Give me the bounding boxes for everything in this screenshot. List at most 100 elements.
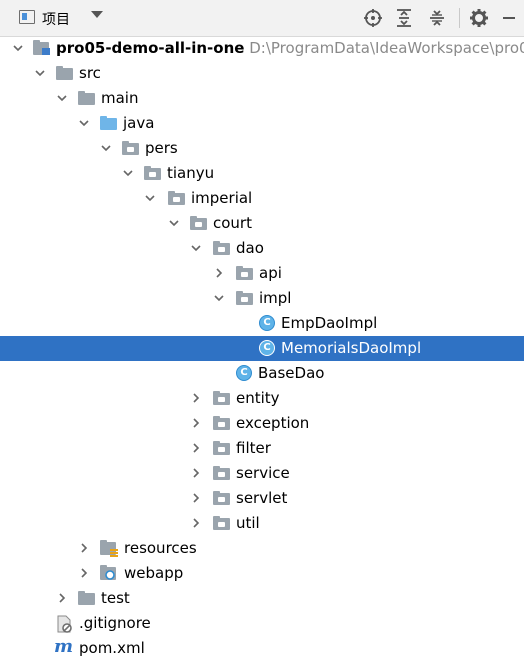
package-icon (213, 241, 230, 255)
source-folder-icon (100, 116, 117, 130)
tree-item-pers[interactable]: pers (0, 136, 524, 161)
package-icon (168, 191, 185, 205)
tree-item-label: webapp (124, 564, 184, 582)
package-icon (213, 416, 230, 430)
toolbar-separator (459, 8, 460, 28)
package-icon (213, 466, 230, 480)
class-icon: C (236, 365, 252, 381)
tree-item-label: filter (236, 439, 271, 457)
tree-item-webapp[interactable]: webapp (0, 561, 524, 586)
tree-item-filter[interactable]: filter (0, 436, 524, 461)
tree-item-label: src (79, 64, 101, 82)
resources-folder-icon (100, 540, 118, 557)
package-icon (236, 266, 253, 280)
ignore-file-icon (56, 615, 73, 633)
tree-item-root-module[interactable]: pro05-demo-all-in-one D:\ProgramData\Ide… (0, 36, 524, 61)
package-icon (213, 491, 230, 505)
chevron-right-icon[interactable] (78, 567, 90, 579)
tree-item-entity[interactable]: entity (0, 386, 524, 411)
tree-item-label: impl (259, 289, 292, 307)
chevron-down-icon[interactable] (213, 292, 225, 304)
chevron-down-icon[interactable] (168, 217, 180, 229)
chevron-down-icon[interactable] (34, 67, 46, 79)
tree-item-court[interactable]: court (0, 211, 524, 236)
class-icon: C (259, 340, 275, 356)
chevron-down-icon[interactable] (12, 42, 24, 54)
tree-item-label: entity (236, 389, 280, 407)
tree-item-main[interactable]: main (0, 86, 524, 111)
tree-item-label: servlet (236, 489, 288, 507)
tree-item-label: tianyu (167, 164, 215, 182)
chevron-right-icon[interactable] (78, 542, 90, 554)
project-view-icon (19, 10, 35, 24)
chevron-right-icon[interactable] (190, 442, 202, 454)
chevron-right-icon[interactable] (190, 492, 202, 504)
tree-item-label: exception (236, 414, 310, 432)
gear-icon[interactable] (468, 7, 490, 29)
package-icon (236, 291, 253, 305)
tree-item-tianyu[interactable]: tianyu (0, 161, 524, 186)
tree-item-label: pom.xml (79, 639, 145, 657)
chevron-right-icon[interactable] (56, 592, 68, 604)
locate-icon[interactable] (362, 7, 384, 29)
folder-icon (78, 91, 95, 105)
tree-item-label: EmpDaoImpl (281, 314, 378, 332)
module-name: pro05-demo-all-in-one (56, 39, 245, 57)
tree-item-label: resources (124, 539, 197, 557)
maven-icon: m (54, 636, 74, 657)
tree-item-src[interactable]: src (0, 61, 524, 86)
tree-item-label: .gitignore (79, 614, 151, 632)
expand-all-icon[interactable] (393, 7, 415, 29)
tree-item-base-dao[interactable]: C BaseDao (0, 361, 524, 386)
tree-item-test[interactable]: test (0, 586, 524, 611)
tree-item-api[interactable]: api (0, 261, 524, 286)
chevron-right-icon[interactable] (190, 517, 202, 529)
package-icon (213, 391, 230, 405)
tree-item-label: test (101, 589, 130, 607)
tree-item-label: main (101, 89, 139, 107)
tree-item-label: pers (145, 139, 178, 157)
tree-item-label: dao (236, 239, 264, 257)
class-icon: C (259, 315, 275, 331)
tree-item-label: MemorialsDaoImpl (281, 339, 422, 357)
chevron-right-icon[interactable] (213, 267, 225, 279)
chevron-right-icon[interactable] (190, 467, 202, 479)
tree-item-label: BaseDao (258, 364, 325, 382)
chevron-right-icon[interactable] (190, 392, 202, 404)
chevron-down-icon[interactable] (78, 117, 90, 129)
chevron-down-icon[interactable] (144, 192, 156, 204)
chevron-down-icon[interactable] (122, 167, 134, 179)
tree-item-service[interactable]: service (0, 461, 524, 486)
web-folder-icon (100, 565, 117, 581)
folder-icon (56, 66, 73, 80)
tree-item-servlet[interactable]: servlet (0, 486, 524, 511)
tree-item-imperial[interactable]: imperial (0, 186, 524, 211)
chevron-down-icon[interactable] (190, 242, 202, 254)
tree-item-label: api (259, 264, 282, 282)
tree-item-exception[interactable]: exception (0, 411, 524, 436)
package-icon (122, 141, 139, 155)
view-dropdown-icon[interactable] (91, 11, 103, 18)
tree-item-util[interactable]: util (0, 511, 524, 536)
tree-item-label: util (236, 514, 260, 532)
chevron-down-icon[interactable] (100, 142, 112, 154)
tree-item-memorials-dao-impl[interactable]: C MemorialsDaoImpl (0, 336, 524, 361)
minimize-icon[interactable] (498, 7, 520, 29)
tree-item-resources[interactable]: resources (0, 536, 524, 561)
tree-item-label: service (236, 464, 290, 482)
tree-item-impl[interactable]: impl (0, 286, 524, 311)
tree-item-gitignore[interactable]: .gitignore (0, 611, 524, 636)
tree-item-label: court (213, 214, 252, 232)
project-view-title[interactable]: 项目 (42, 9, 70, 29)
tree-item-emp-dao-impl[interactable]: C EmpDaoImpl (0, 311, 524, 336)
collapse-all-icon[interactable] (426, 7, 448, 29)
tree-item-java[interactable]: java (0, 111, 524, 136)
tree-item-label: java (123, 114, 155, 132)
tree-item-pom[interactable]: m pom.xml (0, 636, 524, 661)
chevron-right-icon[interactable] (190, 417, 202, 429)
module-path: D:\ProgramData\IdeaWorkspace\pro05 (249, 39, 524, 57)
package-icon (190, 216, 207, 230)
chevron-down-icon[interactable] (56, 92, 68, 104)
package-icon (213, 441, 230, 455)
tree-item-dao[interactable]: dao (0, 236, 524, 261)
